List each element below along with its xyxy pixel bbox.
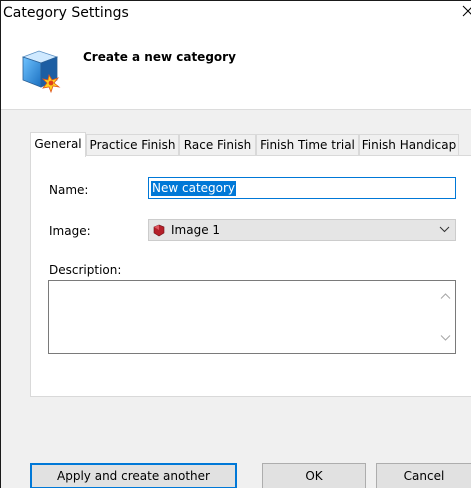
image-label: Image: [49, 224, 91, 238]
tab-general[interactable]: General [30, 132, 86, 157]
dialog-subtitle: Create a new category [83, 50, 236, 64]
image-select[interactable]: Image 1 [148, 219, 456, 241]
name-label: Name: [49, 183, 89, 197]
scroll-down-icon[interactable] [440, 331, 451, 345]
ok-button[interactable]: OK [262, 463, 366, 488]
description-textarea[interactable] [48, 280, 456, 354]
name-input[interactable]: New category [148, 177, 456, 199]
category-settings-dialog: Category Settings Create a new category [0, 0, 471, 488]
window-title: Category Settings [3, 5, 129, 21]
cube-burst-icon [19, 47, 63, 96]
chevron-down-icon [439, 224, 450, 238]
tab-race-finish[interactable]: Race Finish [179, 134, 256, 155]
name-input-value: New category [151, 181, 237, 196]
image-select-value: Image 1 [171, 223, 221, 237]
cancel-button[interactable]: Cancel [376, 463, 471, 488]
general-tab-panel: Name: New category Image: Image 1 Descri… [30, 155, 471, 397]
scroll-up-icon[interactable] [440, 289, 451, 303]
apply-and-create-another-button[interactable]: Apply and create another [30, 463, 237, 488]
close-icon[interactable] [462, 3, 471, 21]
tab-practice-finish[interactable]: Practice Finish [86, 134, 179, 155]
dialog-header: Create a new category [1, 29, 471, 110]
description-label: Description: [49, 263, 122, 277]
tab-finish-time-trial[interactable]: Finish Time trial [256, 134, 359, 155]
tab-finish-handicap[interactable]: Finish Handicap [359, 134, 459, 155]
red-gem-icon [152, 224, 166, 240]
title-bar: Category Settings [1, 1, 471, 29]
